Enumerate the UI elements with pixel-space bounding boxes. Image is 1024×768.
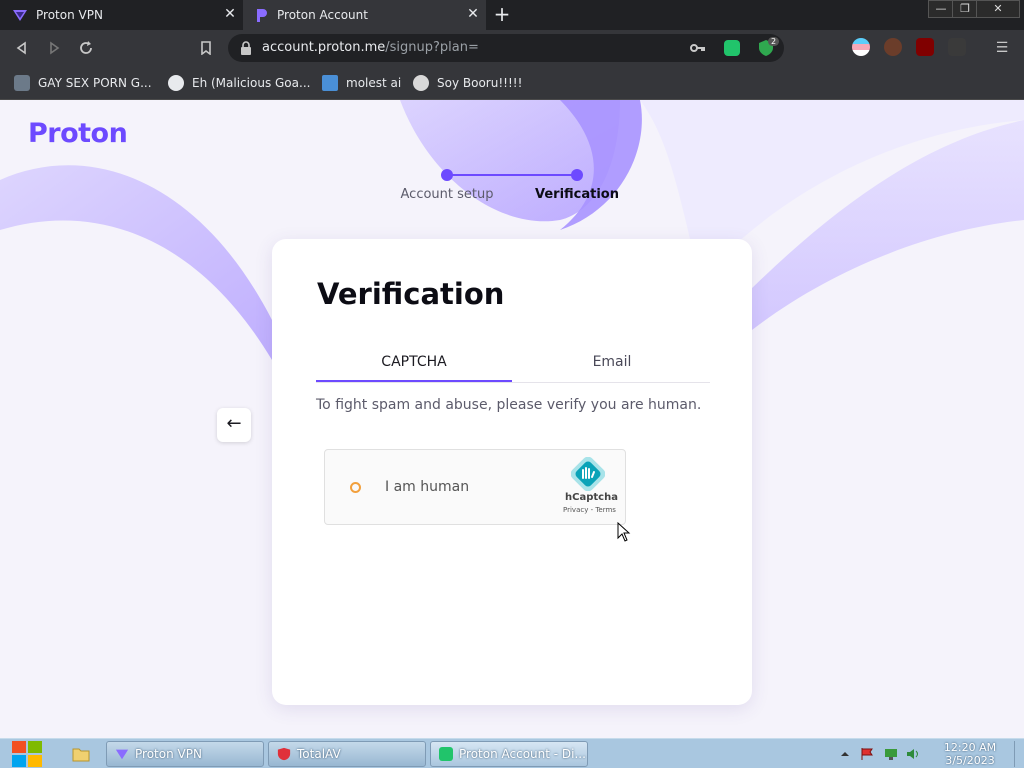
arrow-left-icon: ← <box>226 413 242 434</box>
bookmark-icon[interactable] <box>196 38 216 58</box>
back-icon[interactable] <box>12 38 32 58</box>
browser-toolbar: account.proton.me/signup?plan= 2 ☰ <box>0 30 1024 66</box>
volume-icon[interactable] <box>906 747 920 761</box>
close-icon[interactable]: ✕ <box>223 7 237 21</box>
taskbar-app-label: Proton VPN <box>135 747 202 761</box>
browser-tab-strip: Proton VPN ✕ Proton Account ✕ + — ❐ ✕ <box>0 0 1024 30</box>
bookmark-item[interactable]: GAY SEX PORN G... <box>14 74 152 92</box>
network-icon[interactable] <box>884 747 898 761</box>
close-window-button[interactable]: ✕ <box>976 0 1020 18</box>
tab-captcha[interactable]: CAPTCHA <box>316 353 512 382</box>
taskbar-app-proton-vpn[interactable]: Proton VPN <box>106 741 264 767</box>
step-label-verification: Verification <box>534 187 620 202</box>
captcha-privacy-terms-link[interactable]: Privacy - Terms <box>563 506 616 514</box>
signup-stepper: Account setup Verification <box>380 166 640 206</box>
windows-start-icon[interactable] <box>10 739 44 768</box>
shield-badge: 2 <box>768 37 780 46</box>
hcaptcha-logo-icon <box>571 457 605 491</box>
show-desktop-button[interactable] <box>1014 741 1022 767</box>
verification-card: Verification CAPTCHA Email To fight spam… <box>272 239 752 705</box>
stepper-line <box>446 174 576 176</box>
bookmarks-bar: GAY SEX PORN G... Eh (Malicious Goa... m… <box>0 66 1024 100</box>
forward-icon[interactable] <box>44 38 64 58</box>
extension-green-icon[interactable] <box>724 40 740 56</box>
taskbar-app-totalav[interactable]: TotalAV <box>268 741 426 767</box>
tab-proton-vpn[interactable]: Proton VPN ✕ <box>0 0 243 30</box>
captcha-label: I am human <box>385 479 470 495</box>
bookmark-favicon-icon <box>322 75 338 91</box>
proton-vpn-icon <box>13 10 27 21</box>
tab-title: Proton VPN <box>36 8 103 22</box>
menu-icon[interactable]: ☰ <box>992 38 1012 58</box>
bookmark-item[interactable]: Soy Booru!!!!! <box>413 74 522 92</box>
key-icon[interactable] <box>690 42 706 54</box>
tab-proton-account[interactable]: Proton Account ✕ <box>243 0 486 30</box>
taskbar-app-label: TotalAV <box>297 747 341 761</box>
hcaptcha-widget: I am human hCaptcha Privacy - Terms <box>324 449 626 525</box>
globe-icon <box>168 75 184 91</box>
step-label-account-setup: Account setup <box>400 187 494 202</box>
ublock-icon[interactable] <box>916 38 934 56</box>
captcha-brand: hCaptcha <box>565 492 618 503</box>
totalav-shield-icon <box>277 747 291 761</box>
bookmark-favicon-icon <box>14 75 30 91</box>
bookmark-label: molest ai <box>346 76 402 90</box>
close-icon[interactable]: ✕ <box>466 7 480 21</box>
bookmark-favicon-icon <box>413 75 429 91</box>
url-text: account.proton.me/signup?plan= <box>262 40 479 55</box>
clock-time: 12:20 AM <box>943 741 997 754</box>
bookmark-label: Soy Booru!!!!! <box>437 76 523 90</box>
tray-expand-icon[interactable] <box>838 747 852 761</box>
verification-description: To fight spam and abuse, please verify y… <box>316 397 702 413</box>
bookmark-label: Eh (Malicious Goa... <box>192 76 311 90</box>
restore-button[interactable]: ❐ <box>952 0 978 18</box>
browser-app-icon <box>439 747 453 761</box>
minimize-button[interactable]: — <box>928 0 954 18</box>
step-dot-account-setup <box>441 169 453 181</box>
extension-dark-icon[interactable] <box>948 38 966 56</box>
captcha-checkbox[interactable] <box>350 482 361 493</box>
url-path: /signup?plan= <box>385 40 479 55</box>
proton-vpn-icon <box>115 749 129 760</box>
action-center-flag-icon[interactable] <box>860 747 874 761</box>
extension-flag-icon[interactable] <box>852 38 870 56</box>
address-bar[interactable]: account.proton.me/signup?plan= 2 <box>228 34 784 62</box>
avatar[interactable] <box>884 38 902 56</box>
back-button[interactable]: ← <box>217 408 251 442</box>
windows-taskbar: Proton VPN TotalAV Proton Account - Di..… <box>0 738 1024 768</box>
taskbar-app-label: Proton Account - Di... <box>459 747 586 761</box>
clock-date: 3/5/2023 <box>945 754 995 767</box>
lock-icon <box>241 41 251 55</box>
proton-icon <box>257 9 267 22</box>
tab-title: Proton Account <box>277 8 368 22</box>
page-title: Verification <box>317 277 505 311</box>
url-host: account.proton.me <box>262 40 386 55</box>
mouse-cursor-icon <box>617 522 631 542</box>
verification-tabs: CAPTCHA Email <box>316 353 710 383</box>
taskbar-app-proton-account[interactable]: Proton Account - Di... <box>430 741 588 767</box>
taskbar-clock[interactable]: 12:20 AM 3/5/2023 <box>930 741 1010 767</box>
tab-email[interactable]: Email <box>514 353 710 383</box>
new-tab-button[interactable]: + <box>492 4 512 24</box>
proton-logo[interactable]: Proton <box>28 118 128 149</box>
bookmark-item[interactable]: Eh (Malicious Goa... <box>168 74 310 92</box>
step-dot-verification <box>571 169 583 181</box>
bookmark-item[interactable]: molest ai <box>322 74 401 92</box>
page-viewport: Proton Account setup Verification ← Veri… <box>0 100 1024 738</box>
reload-icon[interactable] <box>76 38 96 58</box>
bookmark-label: GAY SEX PORN G... <box>38 76 152 90</box>
folder-icon[interactable] <box>72 746 90 762</box>
